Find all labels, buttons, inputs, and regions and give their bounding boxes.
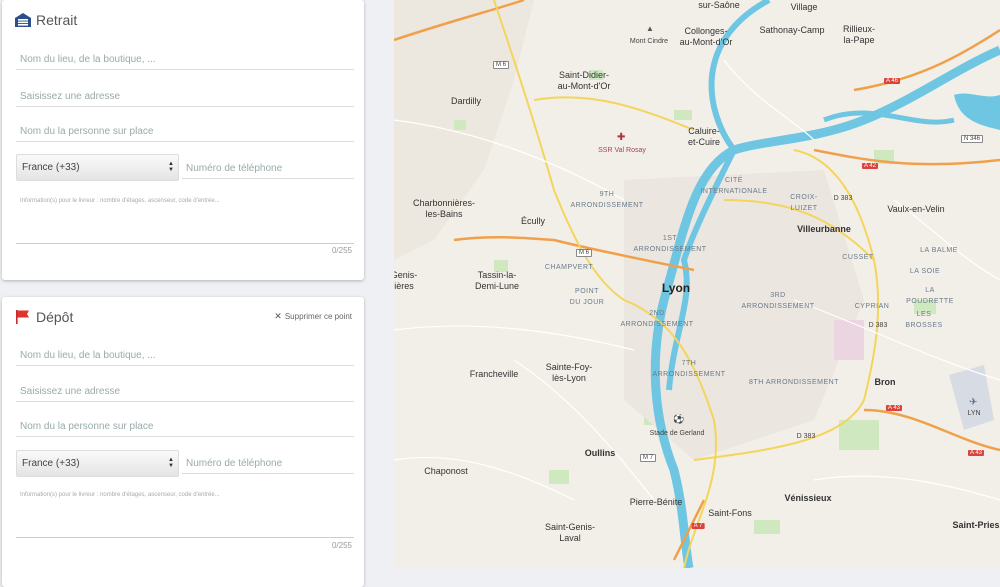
pickup-notes-textarea[interactable] [16,196,354,244]
map-district-cite: CITÉ INTERNATIONALE [700,177,768,195]
map-label-francheville: Francheville [469,369,519,379]
summit-icon: ▲ [646,24,654,33]
dropoff-notes-textarea[interactable] [16,490,354,538]
map-district-champvert: CHAMPVERT [544,264,594,271]
map-label-saint-genis-laval: Saint-Genis- Laval [544,522,596,543]
map-district-cyprian: CYPRIAN [854,303,890,310]
close-icon: ✕ [274,311,282,321]
pickup-title: Retrait [14,12,77,28]
map-label-oullins: Oullins [584,448,616,458]
map-district-3: 3RD ARRONDISSEMENT [741,292,815,310]
pickup-address-input[interactable] [16,87,354,107]
map-district-2: 2ND ARRONDISSEMENT [620,310,694,328]
pickup-person-input[interactable] [16,122,354,142]
map-label-ssr: SSR Val Rosay [598,147,646,154]
map-label-lyn: LYN [967,410,981,417]
map-label-sainte-foy: Sainte-Foy- lès-Lyon [545,362,593,383]
pickup-char-counter: 0/255 [331,246,352,255]
road-badge-m7: M 7 [639,454,657,462]
airport-icon: ✈ [969,397,978,408]
map-label-bron: Bron [874,377,896,387]
map-district-1: 1ST ARRONDISSEMENT [633,235,707,253]
hospital-icon: ✚ [617,132,626,143]
map-label-venissieux: Vénissieux [784,493,832,503]
map-district-8: 8TH ARRONDISSEMENT [749,379,839,386]
dropoff-country-select[interactable]: France (+33) ▲ ▼ [16,450,179,477]
map-label-sathonay: Sathonay-Camp [759,25,825,35]
map-label-genis: Genis- ières [394,270,418,291]
pickup-card: Retrait France (+33) ▲▼ 0/255 [2,0,364,280]
warehouse-icon [14,12,32,28]
road-label-d383-north: D 383 [833,195,853,202]
dropoff-title: Dépôt [14,309,73,325]
map-label-charbonnieres: Charbonnières- les-Bains [412,198,476,219]
map-label-rillieux: Rillieux- la-Pape [842,24,876,45]
dropoff-person-input[interactable] [16,417,354,437]
map-label-caluire: Caluire- et-Cuire [687,126,721,147]
map-district-7: 7TH ARRONDISSEMENT [652,360,726,378]
map-label-chaponost: Chaponost [424,466,468,476]
map-label-saint-didier: Saint-Didier- au-Mont-d'Or [557,70,611,91]
map-label-villeurbanne: Villeurbanne [797,224,851,234]
form-panel: Retrait France (+33) ▲▼ 0/255 Dépôt ✕Sup… [0,0,380,587]
map-label-pierre-benite: Pierre-Bénite [629,497,683,507]
road-badge-a43-east: A 43 [967,450,985,456]
map-label-ecully: Écully [520,216,546,226]
map-label-saint-fons: Saint-Fons [708,508,752,518]
dropoff-place-input[interactable] [16,346,354,366]
pickup-title-text: Retrait [36,12,78,28]
road-badge-a7: A 7 [691,523,705,529]
pickup-place-input[interactable] [16,50,354,70]
map-district-brosses: LES BROSSES [905,311,943,329]
road-label-d383-south: D 383 [796,433,816,440]
map-district-cusset: CUSSET [842,254,874,261]
map-district-9: 9TH ARRONDISSEMENT [570,191,644,209]
flag-icon [14,309,32,325]
dropoff-country-value: France (+33) [22,458,80,469]
map-district-la-soie: LA SOIE [909,268,941,275]
remove-point-button[interactable]: ✕ Supprimer ce point [274,311,352,322]
map-district-croix-luizet: CROIX- LUIZET [790,194,818,212]
select-arrows-icon: ▲ ▼ [168,457,174,469]
pickup-phone-input[interactable] [182,159,354,179]
dropoff-title-text: Dépôt [36,309,74,325]
road-badge-a42: A 42 [861,163,879,169]
map-label-stade: Stade de Gerland [649,430,705,437]
remove-point-label: Supprimer ce point [284,312,352,321]
stadium-icon: ⚽ [673,414,685,424]
road-badge-m6-north: M 6 [492,61,510,69]
map-label-saint-pries: Saint-Pries [952,520,1000,530]
pickup-country-value: France (+33) [22,162,80,173]
dropoff-address-input[interactable] [16,382,354,402]
map-label-village: Village [790,2,818,12]
map-label-mont-cindre: Mont Cindre [629,38,669,45]
map-label-collonges: Collonges- au-Mont-d'Or [679,26,733,47]
dropoff-char-counter: 0/255 [331,541,352,550]
road-badge-m6-south: M 6 [575,249,593,257]
dropoff-phone-input[interactable] [182,454,354,474]
select-arrows-icon: ▲ ▼ [168,161,174,173]
map-district-poudrette: LA POUDRETTE [906,287,954,305]
map-label-tassin: Tassin-la- Demi-Lune [474,270,520,291]
road-label-d383-east: D 383 [868,322,888,329]
map-label-vaulx: Vaulx-en-Velin [887,204,945,214]
dropoff-card: Dépôt ✕Supprimer ce point France (+33) ▲… [2,297,364,587]
map-district-balme: LA BALME [920,247,958,254]
map-district-point-du-jour: POINT DU JOUR [569,288,605,306]
map-view[interactable]: sur-Saône Village Collonges- au-Mont-d'O… [394,0,1000,568]
map-label-dardilly: Dardilly [450,96,482,106]
pickup-country-select[interactable]: France (+33) ▲ ▼ [16,154,179,181]
road-badge-a43: A 43 [885,405,903,411]
map-label-lyon: Lyon [661,281,691,295]
map-label-saone: sur-Saône [698,0,740,10]
road-badge-n346: N 346 [960,135,984,143]
road-badge-a46: A 46 [883,78,901,84]
